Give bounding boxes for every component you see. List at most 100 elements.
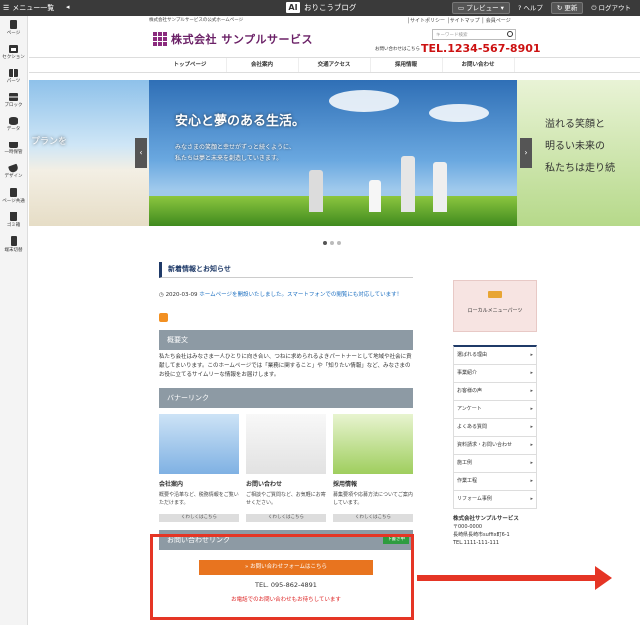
help-label: ヘルプ [523,4,543,12]
brand-name: おりこうブログ [304,3,357,12]
top-toolbar: ☰ メニュー一覧 ◂ AI おりこうブログ ▭ プレビュー ▾ ? ヘルプ ↻ 更新 ⏻… [0,0,640,16]
grass-field [149,196,517,226]
overview-heading: 概要文 [159,330,413,350]
nav-item-top[interactable]: トップページ [155,58,227,72]
sidebar-item-block[interactable]: ブロック [0,88,27,112]
section-icon [9,44,18,53]
side-menu-item[interactable]: お客様の声 [454,383,536,401]
card-title: 会社案内 [159,481,184,488]
menu-list-label: メニュー一覧 [12,4,55,12]
sidebar-item-label: 一時保管 [4,149,23,155]
side-menu-item[interactable]: 施工例 [454,455,536,473]
hero-left-text: プランを [31,137,68,147]
slider-dot[interactable] [330,241,334,245]
family-figure [309,170,323,212]
banner-card-recruit[interactable]: 採用情報 募集要項や応募方法についてご案内しています。 くわしくはこちら [333,414,413,522]
collapse-sidebar-icon[interactable]: ◂ [66,3,70,11]
logo-text: 株式会社 サンプルサービス [171,33,313,46]
news-link[interactable]: ホームページを開設いたしました。スマートフォンでの閲覧にも対応しています！ [199,292,402,298]
trash-icon [10,212,17,221]
block-icon [9,92,18,101]
slider-pager [323,241,341,245]
card-more-button[interactable]: くわしくはこちら [246,514,326,522]
side-menu-item[interactable]: 選ばれる理由 [454,347,536,365]
family-figure [433,162,447,212]
side-menu-item[interactable]: よくある質問 [454,419,536,437]
sidebar-item-common-page[interactable]: ページ共通 [0,184,27,208]
company-info: 株式会社サンプルサービス 〒000-0000 長崎県長崎市suffix町6-1 … [453,515,537,547]
news-date: 2020-03-09 [165,292,198,298]
keyword-search-input[interactable]: キーワード検索 [432,29,516,40]
hero-prev-slide: プランを [29,80,149,226]
sidebar-item-label: ブロック [4,102,23,108]
company-name: 株式会社サンプルサービス [453,516,519,522]
banner-cards: 会社案内 概要や沿革など、税務情報をご覧いただけます。 くわしくはこちら お問い… [159,414,413,522]
header-tel: TEL.1234-567-8901 [421,42,541,55]
sidebar-item-parts[interactable]: パーツ [0,64,27,88]
app-brand: AI おりこうブログ [286,2,356,13]
sidebar-item-device-switch[interactable]: 端末切替 [0,232,27,256]
sidebar-item-data[interactable]: データ [0,112,27,136]
company-tel: TEL.1111-111-111 [453,540,500,546]
monitor-icon: ▭ [458,4,465,12]
preview-button[interactable]: ▭ プレビュー ▾ [452,2,510,14]
slider-dot[interactable] [323,241,327,245]
clock-icon: ◷ [159,292,164,298]
editor-sidebar: ページ セクション パーツ ブロック データ 一時保管 デザイン ページ共通 ゴ… [0,16,28,625]
common-page-icon [10,188,17,197]
slider-next-button[interactable]: › [520,138,532,168]
highlight-box [150,534,414,620]
side-menu-item[interactable]: 事業紹介 [454,365,536,383]
right-column: ローカルメニューパーツ 選ばれる理由 事業紹介 お客様の声 アンケート よくある… [453,280,537,547]
sidebar-item-page[interactable]: ページ [0,16,27,40]
preview-label: プレビュー [466,4,499,12]
sidebar-item-label: ゴミ箱 [6,223,21,228]
slider-dot[interactable] [337,241,341,245]
sidebar-item-label: データ [6,126,21,132]
slider-prev-button[interactable]: ‹ [135,138,147,168]
building-image [159,414,239,474]
sidebar-item-temp-storage[interactable]: 一時保管 [0,136,27,160]
sidebar-item-section[interactable]: セクション [0,40,27,64]
local-menu-parts[interactable]: ローカルメニューパーツ [453,280,537,332]
update-button[interactable]: ↻ 更新 [550,2,584,14]
menu-list-toggle[interactable]: ☰ メニュー一覧 [0,3,74,13]
search-icon[interactable] [507,31,513,37]
card-text: ご相談やご質問など、お気軽にお寄せください。 [246,492,326,506]
company-zip: 〒000-0000 [453,524,483,530]
rss-icon[interactable] [159,313,168,322]
help-button[interactable]: ? ヘルプ [513,2,548,14]
nav-item-recruit[interactable]: 採用情報 [371,58,443,72]
side-menu-item[interactable]: 作業工程 [454,473,536,491]
database-icon [9,116,18,125]
header-links[interactable]: │サイトポリシー │サイトマップ │ 会員ページ [407,17,511,24]
overview-text: 私たち会社はみなさま一人ひとりに向き合い、つねに求められるよきパートナーとして地… [159,354,412,378]
sidebar-item-label: パーツ [6,78,21,84]
logout-button[interactable]: ⏻ ログアウト [586,2,636,14]
site-header: 株式会社サンプルサービスの公式ホームページ │サイトポリシー │サイトマップ │… [29,16,640,57]
brand-logo-icon: AI [286,2,300,13]
side-menu-item[interactable]: リフォーム事例 [454,491,536,509]
nav-item-contact[interactable]: お問い合わせ [443,58,515,72]
sidebar-item-trash[interactable]: ゴミ箱 [0,208,27,232]
help-icon: ? [517,4,522,12]
nav-item-company[interactable]: 会社案内 [227,58,299,72]
site-logo[interactable]: 株式会社 サンプルサービス [153,31,313,47]
local-menu-label: ローカルメニューパーツ [467,308,523,314]
paint-bucket-icon [8,163,19,174]
hero-main-slide: 安心と夢のある生活。 みなさまの笑顔と幸せがずっと続くように、 私たちは夢と未来… [149,80,517,226]
card-title: 採用情報 [333,481,358,488]
family-figure [369,180,381,212]
side-menu-item[interactable]: 資料請求・お問い合わせ [454,437,536,455]
sidebar-item-design[interactable]: デザイン [0,160,27,184]
nav-item-access[interactable]: 交通アクセス [299,58,371,72]
banner-card-contact[interactable]: お問い合わせ ご相談やご質問など、お気軽にお寄せください。 くわしくはこちら [246,414,326,522]
card-more-button[interactable]: くわしくはこちら [159,514,239,522]
card-more-button[interactable]: くわしくはこちら [333,514,413,522]
side-menu-item[interactable]: アンケート [454,401,536,419]
sidebar-item-label: ページ [6,31,21,36]
banner-card-company[interactable]: 会社案内 概要や沿革など、税務情報をご覧いただけます。 くわしくはこちら [159,414,239,522]
card-title: お問い合わせ [246,481,283,488]
hero-subtitle: みなさまの笑顔と幸せがずっと続くように、 私たちは夢と未来を創造していきます。 [175,144,295,162]
news-item: ◷ 2020-03-09 ホームページを開設いたしました。スマートフォンでの閲覧… [159,290,413,298]
